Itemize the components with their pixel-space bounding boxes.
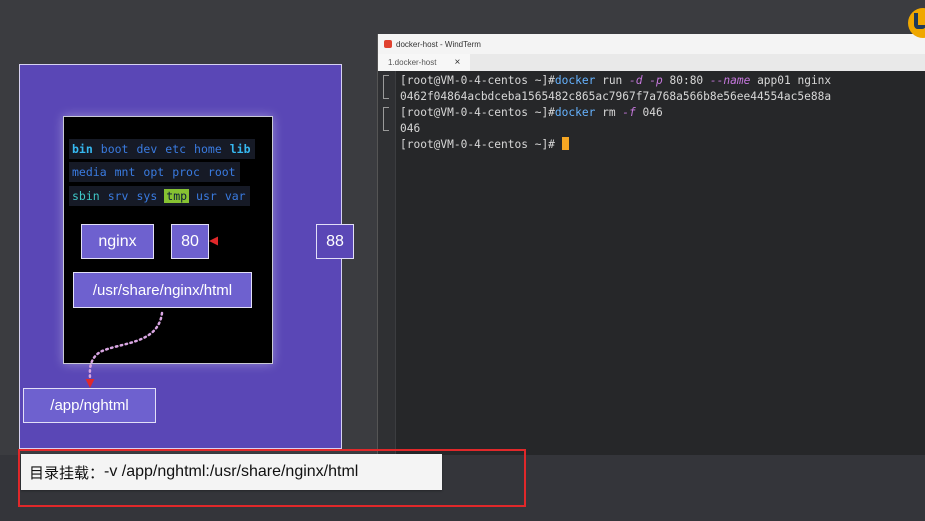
dir-item: media bbox=[72, 165, 107, 179]
flag: -f bbox=[622, 106, 636, 119]
text-cursor bbox=[561, 137, 569, 150]
dir-item: srv bbox=[107, 189, 129, 203]
dir-item: mnt bbox=[114, 165, 136, 179]
title-bar: docker-host - WindTerm bbox=[378, 34, 925, 54]
dir-item: lib bbox=[229, 142, 251, 156]
dir-item-tmp: tmp bbox=[164, 189, 190, 203]
tab-label: 1.docker-host bbox=[388, 58, 437, 67]
terminal-line: 0462f04864acbdceba1565482c865ac7967f7a76… bbox=[400, 89, 831, 105]
container-path-box: /usr/share/nginx/html bbox=[73, 272, 252, 308]
flag: -p bbox=[649, 74, 663, 87]
terminal-window: docker-host - WindTerm 1.docker-host × [… bbox=[377, 34, 925, 455]
close-icon[interactable]: × bbox=[454, 57, 460, 68]
dir-item: bin bbox=[72, 142, 93, 156]
terminal-line: 046 bbox=[400, 121, 831, 137]
prompt: [root@VM-0-4-centos ~]# bbox=[400, 74, 555, 87]
caption-label: 目录挂载： bbox=[29, 463, 105, 482]
nginx-box: nginx bbox=[81, 224, 154, 259]
dir-item: usr bbox=[196, 189, 217, 203]
tab-docker-host[interactable]: 1.docker-host × bbox=[378, 54, 471, 71]
dir-item: proc bbox=[172, 165, 200, 179]
dir-item: dev bbox=[136, 142, 158, 156]
dir-item: root bbox=[207, 165, 236, 179]
arg: 046 bbox=[635, 106, 663, 119]
arg: app01 nginx bbox=[750, 74, 832, 87]
app-icon bbox=[384, 40, 392, 48]
output: 046 bbox=[400, 122, 421, 135]
terminal-line: [root@VM-0-4-centos ~]#docker rm -f 046 bbox=[400, 105, 831, 121]
dir-item: boot bbox=[100, 142, 129, 156]
caption-bar: 目录挂载： -v /app/nghtml:/usr/share/nginx/ht… bbox=[21, 454, 442, 490]
dir-item: sbin bbox=[72, 189, 100, 203]
arg: rm bbox=[595, 106, 623, 119]
host-port-box: 88 bbox=[316, 224, 354, 259]
window-title: docker-host - WindTerm bbox=[396, 39, 481, 49]
terminal-output[interactable]: [root@VM-0-4-centos ~]#docker run -d -p … bbox=[378, 71, 925, 455]
arg: 80:80 bbox=[662, 74, 710, 87]
flag: --name bbox=[709, 74, 751, 87]
prompt: [root@VM-0-4-centos ~]# bbox=[400, 138, 555, 151]
container-port-box: 80 bbox=[171, 224, 209, 259]
dir-item: opt bbox=[143, 165, 165, 179]
prompt: [root@VM-0-4-centos ~]# bbox=[400, 106, 555, 119]
flag: -d bbox=[629, 74, 643, 87]
output: 0462f04864acbdceba1565482c865ac7967f7a76… bbox=[400, 90, 832, 103]
terminal-lines: [root@VM-0-4-centos ~]#docker run -d -p … bbox=[400, 73, 831, 153]
tab-bar: 1.docker-host × bbox=[378, 54, 925, 71]
dir-item: etc bbox=[165, 142, 187, 156]
arg: run bbox=[595, 74, 630, 87]
terminal-line: [root@VM-0-4-centos ~]# bbox=[400, 137, 831, 153]
command: docker bbox=[554, 106, 596, 119]
block-marker bbox=[383, 107, 389, 131]
logo-mark bbox=[914, 13, 925, 29]
command: docker bbox=[554, 74, 596, 87]
caption-text: -v /app/nghtml:/usr/share/nginx/html bbox=[104, 463, 359, 480]
terminal-line: [root@VM-0-4-centos ~]#docker run -d -p … bbox=[400, 73, 831, 89]
terminal-gutter bbox=[378, 71, 396, 455]
host-path-box: /app/nghtml bbox=[23, 388, 156, 423]
dir-row-2: media mnt opt proc root bbox=[69, 162, 240, 182]
block-marker bbox=[383, 75, 389, 99]
dir-item: sys bbox=[136, 189, 158, 203]
dir-row-1: bin boot dev etc home lib bbox=[69, 139, 255, 159]
dir-item: var bbox=[224, 189, 246, 203]
dir-row-3: sbin srv sys tmp usr var bbox=[69, 186, 250, 206]
dir-item: home bbox=[194, 142, 222, 156]
